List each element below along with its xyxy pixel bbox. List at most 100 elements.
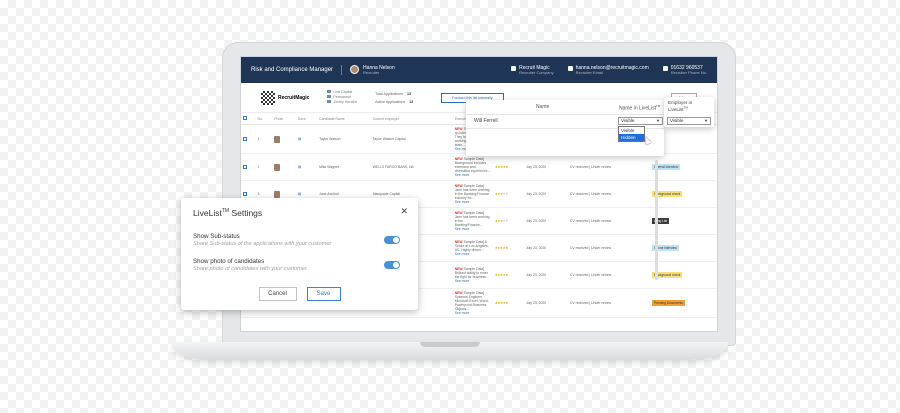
option-label: Show photo of candidates (193, 258, 265, 265)
employer-visibility-select[interactable]: Visible ▼ (667, 117, 711, 125)
see-more-link[interactable]: See more (455, 173, 470, 177)
see-more-link[interactable]: See more (455, 200, 470, 204)
legend-item: Live Capital (327, 90, 352, 94)
col-name-header: Name (536, 104, 550, 110)
logo-mark-icon (261, 90, 275, 105)
phone-icon (662, 65, 668, 71)
company-info: Recruit Magic Recruiter Company (511, 65, 554, 76)
executive-brief: NEW Sample Data] Background includes ext… (452, 153, 493, 181)
see-more-link[interactable]: See more (455, 252, 470, 256)
date-cell: July 23, 2020 (523, 180, 568, 208)
app-header: Risk and Compliance Manager Hanna Nelson… (241, 57, 717, 83)
select-all-checkbox[interactable] (243, 116, 247, 120)
sub-status-option: Show Sub-status Share Sub-status of the … (193, 233, 406, 247)
see-more-link[interactable]: See more (455, 311, 470, 315)
legend-item: Permanent (327, 95, 351, 99)
laptop-notch (420, 342, 480, 347)
photo-option: Show photo of candidates Share photo of … (193, 258, 406, 272)
col-header: Photo (272, 113, 296, 125)
see-more-link[interactable]: See more (455, 279, 470, 283)
option-hidden[interactable]: Hidden (619, 134, 644, 141)
see-more-link[interactable]: See more (455, 227, 470, 231)
executive-brief: NEW Sample Data] Jane has been working i… (452, 207, 493, 235)
user-role: Recruiter (363, 69, 380, 75)
logo: RecruitMagic (261, 90, 310, 105)
candidate-name: Will Ferrell (474, 118, 498, 124)
app-title: Risk and Compliance Manager (251, 67, 334, 73)
col-header (241, 113, 256, 125)
chevron-down-icon: ▼ (704, 118, 708, 123)
table-row[interactable]: 2 ▤ Mike Wagner WELLS FARGO BANK, NA NEW… (241, 153, 717, 181)
executive-brief: NEW Sample Data] Brilliant ability to en… (452, 261, 493, 289)
sub-status-badge: Pending Documents (652, 300, 685, 306)
legend-item: Jimmy Hendrix (327, 100, 357, 104)
col-livelist-header: Name in LiveListTM (619, 104, 661, 112)
document-icon[interactable]: ▤ (298, 192, 301, 196)
current-employer: WELLS FARGO BANK, NA (370, 153, 453, 181)
save-button[interactable]: Save (306, 287, 341, 301)
status-cell: CV received | Under review (567, 180, 651, 208)
document-icon[interactable]: ▤ (298, 137, 301, 141)
user-profile[interactable]: Hanna Nelson Recruiter (350, 65, 395, 76)
sub-status-cell: Background check (650, 261, 717, 289)
row-select[interactable] (241, 153, 256, 181)
candidate-photo (274, 163, 281, 171)
name-visibility-select[interactable]: Visible ▼ (618, 117, 663, 125)
dialog-actions: Cancel Save (181, 287, 418, 301)
status-cell: CV received | Under review (567, 261, 651, 289)
row-number: 1 (255, 124, 273, 154)
photo-cell (272, 124, 296, 154)
row-checkbox[interactable] (243, 164, 247, 169)
executive-brief: NEW Sample Data] A Senior at Los Angeles… (452, 234, 493, 262)
date-cell: July 23, 2020 (523, 207, 568, 235)
email-info: hanna.nelson@recruitmagic.com Recruiter … (567, 65, 649, 76)
status-cell: CV received | Under review (567, 288, 651, 318)
candidate-photo (274, 135, 281, 143)
option-hint: Share photo of candidates with your cust… (193, 266, 307, 272)
phone-sub: Recruiter Phone No. (670, 69, 707, 75)
stat-value: 13 (409, 99, 414, 104)
company-sub: Recruiter Company (519, 69, 554, 75)
sub-status-cell: Internal interview (650, 153, 717, 181)
row-checkbox[interactable] (243, 191, 247, 196)
livelist-settings-dialog: LiveListTM Settings ✕ Show Sub-status Sh… (181, 198, 418, 310)
docs-cell[interactable]: ▤ (295, 124, 318, 154)
visibility-options: Visible Hidden (618, 126, 645, 142)
sub-status-toggle[interactable] (384, 236, 400, 244)
status-cell: CV received | Under review (567, 153, 651, 181)
row-checkbox[interactable] (243, 136, 247, 141)
date-cell: July 23, 2020 (523, 234, 568, 262)
status-cell: CV received | Under review (567, 207, 651, 235)
status-cell: CV received | Under review (567, 234, 651, 262)
cancel-button[interactable]: Cancel (258, 287, 297, 301)
avatar (350, 65, 360, 75)
stats: Total Applications 13 Active Applications… (375, 90, 413, 106)
logo-text: RecruitMagic (278, 94, 310, 101)
document-icon[interactable]: ▤ (298, 165, 301, 169)
mail-icon (567, 65, 573, 71)
row-number: 2 (255, 153, 273, 181)
table-scrollbar[interactable] (655, 160, 658, 280)
building-icon (511, 65, 517, 71)
photo-toggle[interactable] (384, 261, 400, 269)
rating-stars: ★★★★★ (492, 234, 524, 262)
candidate-name[interactable]: Taylor Watson (317, 124, 371, 154)
rating-stars: ★★★★★ (492, 180, 524, 208)
dialog-title: LiveListTM Settings (193, 208, 263, 218)
legend-list: Live Capital Permanent Jimmy Hendrix (327, 90, 357, 105)
option-hint: Share Sub-status of the applications wit… (193, 241, 332, 247)
employer-header: Employer in LiveListTM (668, 100, 693, 112)
candidate-name[interactable]: Mike Wagner (317, 153, 371, 181)
rating-stars: ★★★★★ (492, 288, 524, 318)
col-header: Current employer (370, 113, 453, 125)
docs-cell[interactable]: ▤ (295, 153, 318, 181)
rating-stars: ★★★★★ (492, 207, 524, 235)
sub-status-cell: Long List (650, 207, 717, 235)
phone-info: 01632 960537 Recruiter Phone No. (662, 65, 707, 76)
col-header: Candidate Name (317, 113, 371, 125)
close-icon[interactable]: ✕ (400, 206, 408, 217)
current-employer: Taylor Watson Capital (370, 124, 453, 154)
row-select[interactable] (241, 124, 256, 154)
photo-cell (272, 153, 296, 181)
option-visible[interactable]: Visible (619, 127, 644, 134)
